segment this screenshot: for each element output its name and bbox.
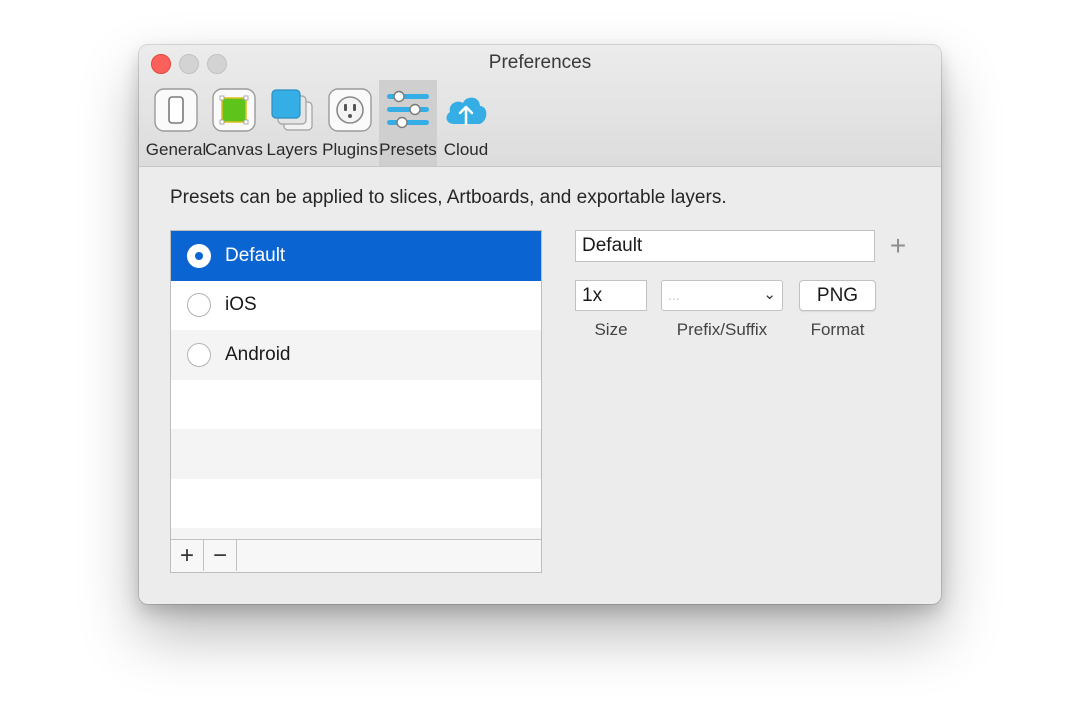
preferences-window: Preferences General Canvas Layers Plugin… xyxy=(139,45,941,604)
size-caption: Size xyxy=(594,320,628,339)
list-item-ios[interactable]: iOS xyxy=(171,281,541,331)
list-item-android[interactable]: Android xyxy=(171,330,541,380)
sliders-icon xyxy=(384,86,432,134)
remove-preset-button[interactable]: − xyxy=(204,540,237,571)
list-empty-row xyxy=(171,380,541,430)
layers-icon xyxy=(268,86,316,134)
presets-pane: Presets can be applied to slices, Artboa… xyxy=(139,167,941,604)
tab-general[interactable]: General xyxy=(145,80,207,166)
preset-name-field[interactable] xyxy=(575,230,875,262)
tab-layers[interactable]: Layers xyxy=(263,80,321,166)
cloud-upload-icon xyxy=(442,86,490,134)
preferences-toolbar: General Canvas Layers Plugins Presets Cl… xyxy=(145,80,495,166)
add-preset-button[interactable]: + xyxy=(171,540,204,571)
window-title: Preferences xyxy=(488,52,592,73)
tab-presets[interactable]: Presets xyxy=(379,80,437,166)
tab-label: Presets xyxy=(379,140,437,159)
add-format-button[interactable]: + xyxy=(885,230,911,262)
presets-list: Default iOS Android + − xyxy=(170,230,542,573)
tab-plugins[interactable]: Plugins xyxy=(321,80,379,166)
tab-label: Layers xyxy=(266,140,318,159)
tab-canvas[interactable]: Canvas xyxy=(205,80,263,166)
phone-icon xyxy=(152,86,200,134)
tab-label: General xyxy=(145,140,207,159)
list-empty-row xyxy=(171,479,541,529)
radio-button[interactable] xyxy=(187,243,211,268)
list-item-default[interactable]: Default xyxy=(171,231,541,281)
list-item-label: Default xyxy=(225,244,286,266)
radio-button[interactable] xyxy=(187,342,211,367)
format-button[interactable]: PNG xyxy=(799,280,876,311)
presets-description: Presets can be applied to slices, Artboa… xyxy=(170,187,727,208)
size-field[interactable] xyxy=(575,280,647,311)
list-item-label: Android xyxy=(225,343,291,365)
chevron-down-icon: ⌄ xyxy=(763,286,776,303)
prefix-suffix-caption: Prefix/Suffix xyxy=(676,320,768,339)
tab-label: Cloud xyxy=(443,140,489,159)
prefix-suffix-select[interactable]: ... ⌄ xyxy=(661,280,783,311)
tab-label: Plugins xyxy=(322,140,378,159)
list-item-label: iOS xyxy=(225,294,257,316)
canvas-icon xyxy=(210,86,258,134)
plug-icon xyxy=(326,86,374,134)
prefix-placeholder: ... xyxy=(668,287,680,303)
format-caption: Format xyxy=(810,320,865,339)
tab-cloud[interactable]: Cloud xyxy=(437,80,495,166)
list-empty-row xyxy=(171,429,541,479)
title-bar: Preferences General Canvas Layers Plugin… xyxy=(139,45,941,167)
list-footer: + − xyxy=(171,539,541,572)
tab-label: Canvas xyxy=(205,140,263,159)
radio-button[interactable] xyxy=(187,293,211,318)
